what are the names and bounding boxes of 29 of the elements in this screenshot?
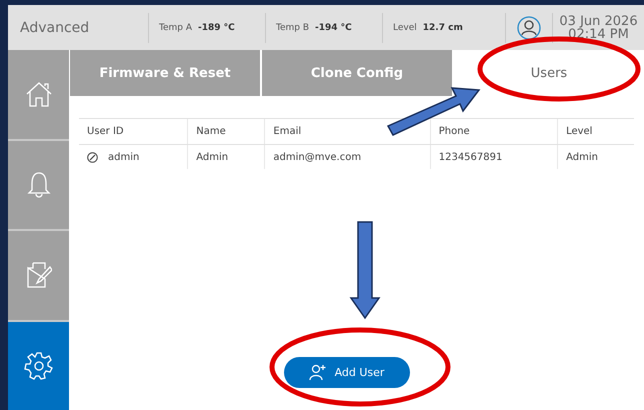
user-avatar-icon[interactable] (517, 16, 541, 40)
reading-label: Level (393, 22, 417, 32)
tab[interactable]: Firmware & Reset (70, 50, 260, 96)
table-cell: 1234567891 (430, 144, 558, 169)
page-title: Advanced (19, 20, 90, 36)
reading-label: Temp A (159, 22, 192, 32)
column-header: Phone (430, 118, 558, 144)
reading-value: 12.7 cm (422, 22, 463, 32)
reading-label: Temp B (276, 22, 310, 32)
column-header: Level (558, 118, 634, 144)
reading-value: -194 °C (315, 22, 352, 32)
tab[interactable]: Clone Config (262, 50, 452, 96)
table-cell: admin@mve.com (264, 144, 430, 169)
table-cell: Admin (188, 144, 265, 169)
settings-icon (24, 350, 54, 381)
table-cell: admin (108, 152, 140, 162)
edit-icon (26, 261, 52, 290)
column-header: Name (188, 118, 265, 144)
sidebar-item[interactable] (8, 231, 69, 322)
add-user-icon (308, 364, 327, 381)
reading-value: -189 °C (198, 22, 235, 32)
sidebar-item[interactable] (8, 322, 69, 410)
table-cell: Admin (558, 144, 634, 169)
bell-icon (26, 170, 50, 199)
edit-icon[interactable] (87, 152, 98, 162)
add-user-button[interactable]: Add User (284, 357, 410, 388)
date: 03 Jun 2026 (559, 14, 638, 28)
home-icon (24, 81, 52, 108)
column-header: User ID (79, 118, 188, 144)
